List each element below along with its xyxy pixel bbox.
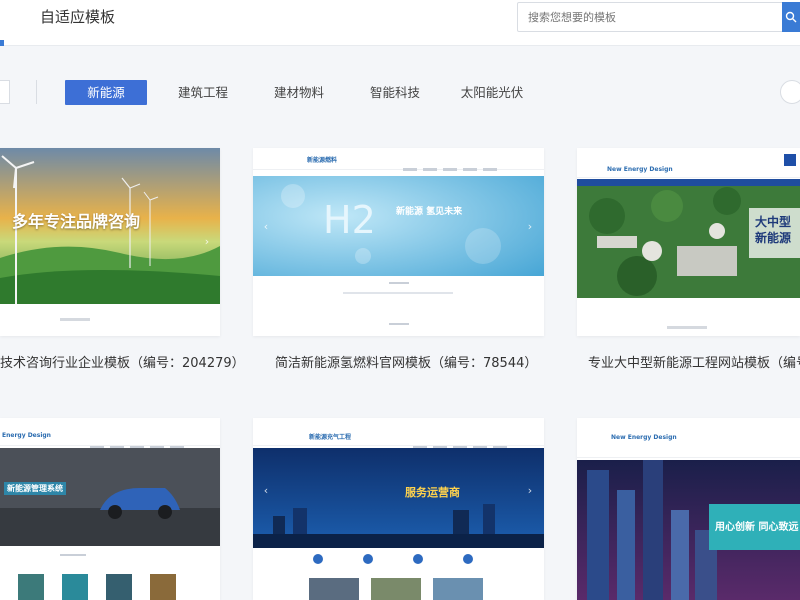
thumb-text-line — [667, 326, 707, 329]
thumb-banner-text: 多年专注品牌咨询 — [12, 212, 141, 231]
chevron-left-icon: ‹ — [263, 220, 269, 233]
thumb-badge — [784, 154, 796, 166]
category-tabs: 新能源 建筑工程 建材物料 智能科技 太阳能光伏 — [0, 72, 800, 112]
city-night-banner-image — [253, 448, 544, 548]
thumb-feature-tile — [18, 574, 44, 600]
search-input[interactable] — [528, 3, 778, 31]
chevron-right-icon: › — [204, 235, 210, 248]
thumb-banner-text: 大中型 新能源工 — [755, 215, 792, 248]
template-caption[interactable]: 简洁新能源氢燃料官网模板（编号：78544） — [275, 352, 537, 371]
thumb-nav-links — [403, 156, 513, 171]
thumb-divider — [389, 323, 409, 325]
thumb-navbar: 新能源燃料 — [253, 148, 544, 171]
template-caption[interactable]: 技术咨询行业企业模板（编号：204279） — [0, 352, 245, 371]
thumb-navbar: New Energy Design — [577, 418, 800, 465]
search-box[interactable] — [517, 2, 800, 32]
thumb-nav-strip — [577, 179, 800, 186]
thumb-feature-tile — [309, 578, 359, 600]
template-thumbnail[interactable]: 新能源燃料 H2 新能源 氢见未来 ‹ › — [253, 148, 544, 336]
chevron-left-icon: ‹ — [263, 484, 269, 497]
title-accent-bar — [0, 40, 4, 46]
search-button[interactable] — [782, 2, 800, 32]
wind-farm-image — [0, 148, 220, 336]
thumb-logo: 新能源充气工程 — [309, 434, 352, 441]
tab-smart-tech[interactable]: 智能科技 — [362, 80, 428, 105]
thumb-icon-row — [293, 554, 504, 564]
thumb-feature-tile — [433, 578, 483, 600]
template-thumbnail[interactable]: New Energy Design 用心创新 同心致远 — [577, 418, 800, 600]
template-caption[interactable]: 专业大中型新能源工程网站模板（编号： — [588, 352, 800, 371]
thumb-big-mark: H2 — [323, 198, 376, 242]
thumb-feature-tile — [62, 574, 88, 600]
thumb-logo: New Energy Design — [611, 434, 677, 441]
template-thumbnail[interactable]: New Energy Design 大中型 新能源工 — [577, 148, 800, 336]
top-header: 自适应模板 — [0, 0, 800, 46]
thumb-banner-text: 新能源管理系统 — [4, 482, 66, 495]
thumb-divider — [60, 554, 86, 556]
car-banner-image — [0, 448, 220, 546]
tab-building-materials[interactable]: 建材物料 — [266, 80, 332, 105]
thumb-navbar: 新能源充气工程 — [253, 418, 544, 449]
tab-new-energy[interactable]: 新能源 — [65, 80, 147, 105]
thumb-logo: New Energy Design — [607, 166, 673, 173]
template-thumbnail[interactable]: 多年专注品牌咨询 › — [0, 148, 220, 336]
thumb-navbar: New Energy Design — [577, 148, 800, 178]
thumb-divider — [389, 282, 409, 284]
thumb-feature-tile — [371, 578, 421, 600]
tab-construction[interactable]: 建筑工程 — [170, 80, 236, 105]
thumb-logo: Energy Design — [2, 432, 51, 439]
chevron-right-icon: › — [527, 220, 533, 233]
tabs-divider — [36, 80, 37, 104]
template-thumbnail[interactable]: Energy Design 新能源管理系统 — [0, 418, 220, 600]
template-thumbnail[interactable]: 新能源充气工程 服务运营商 ‹ › — [253, 418, 544, 600]
search-icon — [785, 11, 797, 23]
tab-solar-pv[interactable]: 太阳能光伏 — [452, 80, 532, 105]
thumb-navbar: Energy Design — [0, 418, 220, 449]
thumb-feature-tile — [150, 574, 176, 600]
tabs-prev-button[interactable] — [0, 80, 10, 104]
chevron-right-icon: › — [527, 484, 533, 497]
thumb-text-line — [343, 292, 453, 294]
thumb-banner-text: 新能源 氢见未来 — [396, 207, 463, 217]
thumb-banner-text: 服务运营商 — [405, 486, 460, 499]
thumb-nav-links — [413, 434, 523, 449]
hydrogen-banner-image — [253, 176, 544, 276]
thumb-logo: 新能源燃料 — [307, 157, 338, 164]
thumb-feature-tile — [106, 574, 132, 600]
thumb-nav-links — [617, 450, 777, 465]
tabs-next-button[interactable] — [780, 80, 800, 104]
page-title: 自适应模板 — [40, 8, 116, 26]
thumb-banner-text: 用心创新 同心致远 — [715, 522, 799, 533]
thumb-nav-links — [90, 434, 200, 449]
